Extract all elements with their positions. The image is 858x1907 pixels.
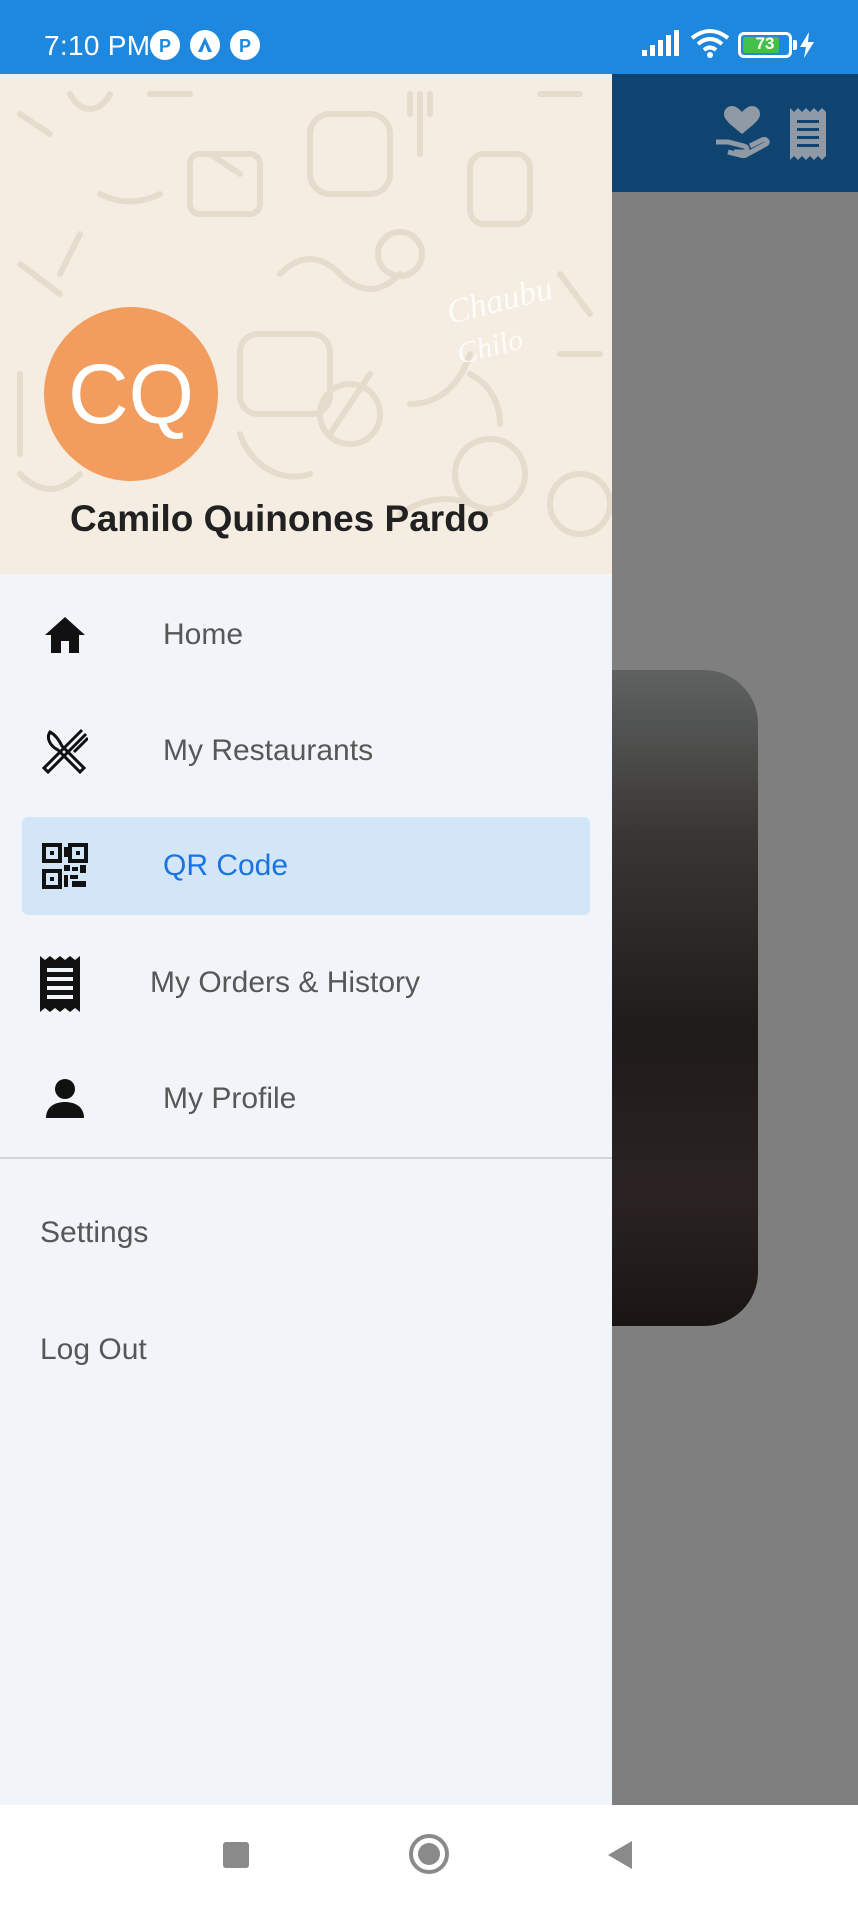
- back-triangle-icon[interactable]: [606, 1839, 634, 1876]
- person-icon: [42, 1076, 88, 1122]
- menu-item-my-profile[interactable]: My Profile: [22, 1050, 590, 1148]
- battery-percent: 73: [755, 34, 775, 53]
- menu-item-my-restaurants[interactable]: My Restaurants: [22, 702, 590, 800]
- logout-item[interactable]: Log Out: [40, 1333, 147, 1367]
- notification-a-icon: [190, 30, 220, 60]
- menu-label-home: Home: [163, 618, 244, 651]
- menu-item-qr-code[interactable]: QR Code: [22, 817, 590, 915]
- wifi-icon: [690, 28, 730, 65]
- signal-icon: [640, 30, 680, 63]
- settings-item[interactable]: Settings: [40, 1216, 148, 1250]
- menu-label-qr-code: QR Code: [163, 849, 289, 882]
- svg-text:P: P: [239, 36, 251, 56]
- battery-icon: 73: [738, 32, 797, 58]
- home-circle-icon[interactable]: [408, 1833, 450, 1880]
- status-bar: 7:10 PM P P 73: [0, 0, 858, 74]
- recents-square-icon[interactable]: [222, 1841, 250, 1874]
- status-time: 7:10 PM: [44, 30, 151, 61]
- heart-hand-icon[interactable]: [714, 106, 770, 163]
- avatar[interactable]: CQ: [44, 307, 218, 481]
- system-nav-bar: [0, 1805, 858, 1907]
- menu-label-my-restaurants: My Restaurants: [163, 734, 374, 767]
- menu-item-home[interactable]: Home: [22, 586, 590, 684]
- notification-p-icon: P: [150, 30, 180, 60]
- app-header: [612, 74, 858, 192]
- home-icon: [42, 612, 88, 658]
- menu-item-my-orders-history[interactable]: My Orders & History: [22, 934, 590, 1032]
- drawer-divider: [0, 1157, 612, 1159]
- charging-icon: [798, 32, 816, 63]
- notification-p-icon-2: P: [230, 30, 260, 60]
- drawer-header: Chaubu Chilo CQ Camilo Quinones Pardo: [0, 74, 612, 574]
- svg-text:Chaubu: Chaubu: [443, 270, 556, 332]
- svg-text:P: P: [159, 36, 171, 56]
- receipt-icon[interactable]: [788, 108, 828, 165]
- qr-code-icon: [42, 843, 88, 889]
- fork-knife-icon: [42, 728, 88, 774]
- menu-label-my-orders-history: My Orders & History: [150, 966, 421, 999]
- user-name: Camilo Quinones Pardo: [70, 498, 490, 539]
- menu-label-my-profile: My Profile: [163, 1082, 297, 1115]
- navigation-drawer: Chaubu Chilo CQ Camilo Quinones Pardo Ho…: [0, 74, 612, 1805]
- svg-text:Chilo: Chilo: [454, 323, 527, 371]
- receipt-icon: [38, 956, 82, 1012]
